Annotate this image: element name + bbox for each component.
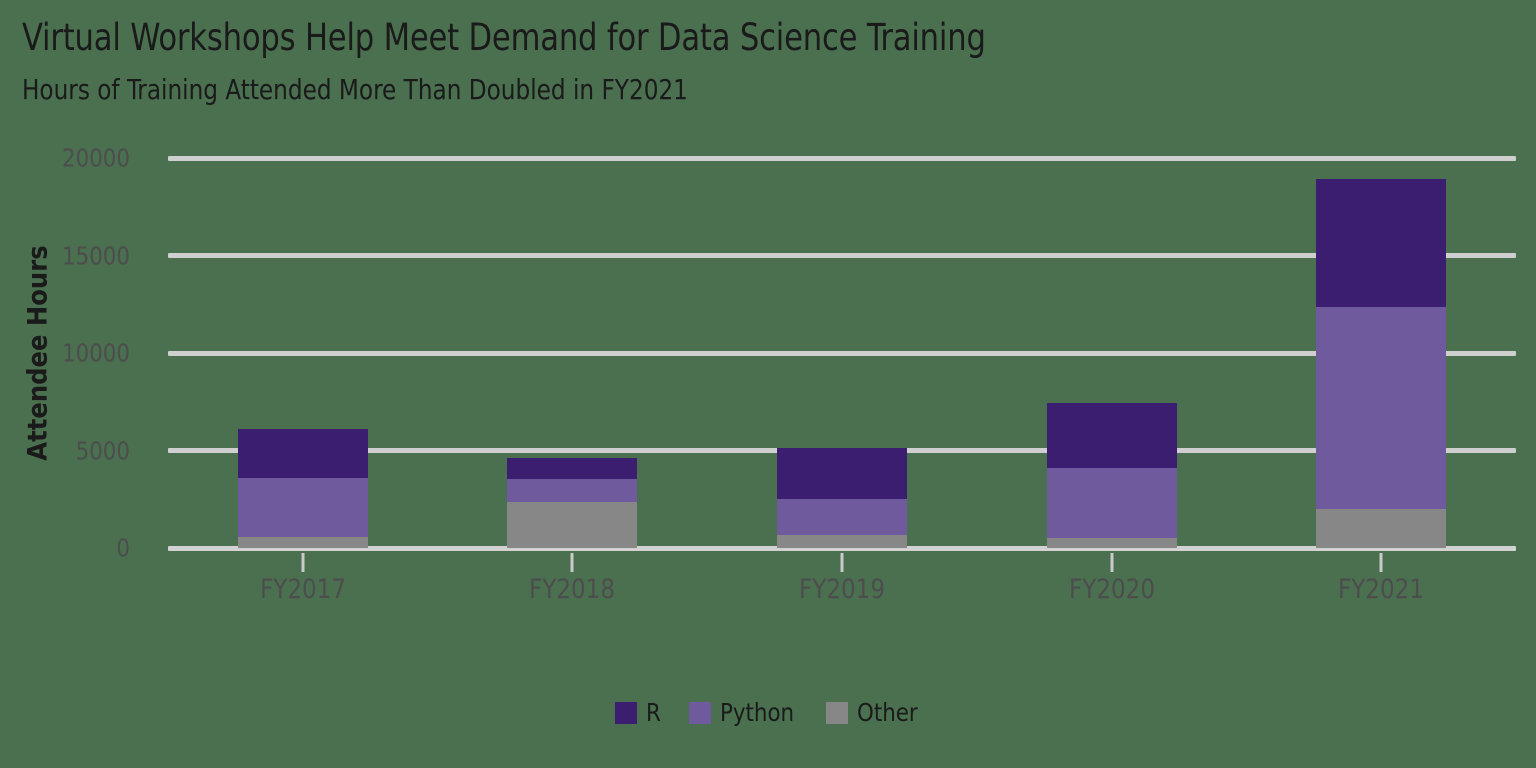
- x-axis-tick-label: FY2019: [798, 574, 886, 605]
- legend-swatch-icon: [826, 701, 849, 724]
- legend-item[interactable]: R: [614, 698, 662, 727]
- bar-stack[interactable]: [507, 158, 638, 548]
- bar-segment-python[interactable]: [1316, 306, 1447, 509]
- bar-chart: Virtual Workshops Help Meet Demand for D…: [0, 0, 1536, 768]
- bar-segment-r[interactable]: [237, 428, 368, 478]
- legend-label: Python: [720, 698, 795, 727]
- x-axis-tick: [1379, 553, 1383, 572]
- bar-segment-other[interactable]: [1316, 509, 1447, 548]
- x-axis-tick-label: FY2018: [529, 574, 616, 605]
- x-axis-tick-label: FY2020: [1068, 574, 1155, 605]
- x-axis-tick-label: FY2017: [259, 574, 346, 605]
- legend-item[interactable]: Other: [826, 698, 921, 727]
- bar-stack[interactable]: [1316, 158, 1447, 548]
- chart-title: Virtual Workshops Help Meet Demand for D…: [22, 16, 986, 59]
- y-axis-tick-label: 0: [116, 533, 130, 563]
- legend-swatch-icon: [614, 701, 637, 724]
- bar-segment-r[interactable]: [507, 457, 638, 479]
- bar-stack[interactable]: [1046, 158, 1177, 548]
- x-axis-tick: [840, 553, 844, 572]
- chart-subtitle: Hours of Training Attended More Than Dou…: [22, 73, 688, 106]
- bar-segment-python[interactable]: [507, 478, 638, 502]
- bar-segment-r[interactable]: [1046, 402, 1177, 468]
- bar-segment-python[interactable]: [237, 477, 368, 537]
- bar-segment-other[interactable]: [777, 534, 907, 548]
- legend-swatch-icon: [689, 701, 712, 724]
- y-axis-tick-label: 15000: [62, 241, 130, 270]
- x-axis-tick: [301, 553, 305, 572]
- y-axis-tick-label: 20000: [62, 143, 130, 173]
- bar-segment-other[interactable]: [1046, 537, 1177, 548]
- x-axis-tick: [1110, 553, 1114, 572]
- bar-segment-r[interactable]: [1316, 178, 1447, 307]
- x-axis-tick: [570, 553, 574, 572]
- y-axis-tick-label: 5000: [75, 436, 130, 465]
- x-axis-tick-label: FY2021: [1338, 574, 1425, 605]
- legend-item[interactable]: Python: [689, 698, 798, 727]
- bar-segment-python[interactable]: [777, 498, 907, 535]
- y-axis-tick-label: 10000: [62, 338, 130, 368]
- bar-segment-r[interactable]: [777, 447, 907, 499]
- legend-label: R: [645, 698, 661, 727]
- legend-label: Other: [857, 698, 919, 727]
- bar-stack[interactable]: [237, 158, 368, 548]
- plot-area: Attendee Hours 0 5000 10000 15000 20000 FY201…: [23, 144, 1516, 605]
- bar-segment-other[interactable]: [507, 501, 638, 548]
- bar-segment-python[interactable]: [1046, 467, 1177, 538]
- bar-segment-other[interactable]: [237, 536, 368, 548]
- bar-stack[interactable]: [777, 158, 907, 548]
- chart-legend: R Python Other: [0, 698, 1536, 727]
